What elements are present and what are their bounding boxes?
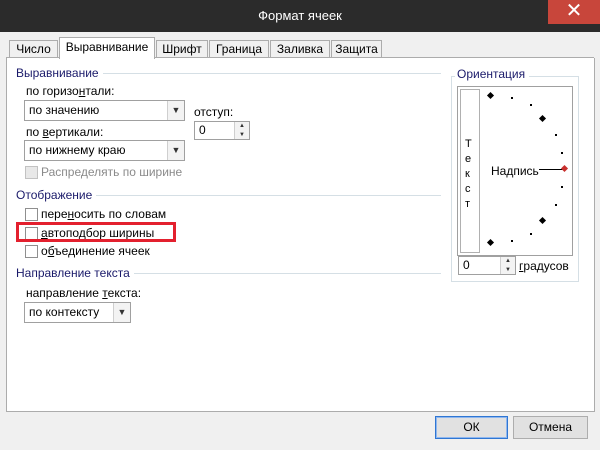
chevron-down-icon[interactable]: ▼ — [167, 141, 184, 160]
horizontal-select-value: по значению — [29, 103, 100, 117]
chevron-down-icon[interactable]: ▼ — [113, 303, 130, 322]
direction-group-title: Направление текста — [16, 266, 134, 280]
tab-number[interactable]: Число — [9, 40, 58, 58]
indent-value: 0 — [199, 123, 206, 137]
degrees-label: градусов — [519, 259, 569, 273]
merge-cells-checkbox[interactable] — [25, 245, 38, 258]
tab-fill[interactable]: Заливка — [270, 40, 330, 58]
chevron-down-icon[interactable]: ▼ — [167, 101, 184, 120]
wrap-text-checkbox[interactable] — [25, 208, 38, 221]
annotation-highlight-box — [16, 222, 176, 242]
text-direction-select[interactable]: по контексту ▼ — [24, 302, 131, 323]
vertical-label: по вертикали: — [26, 125, 104, 139]
text-direction-label: направление текста: — [26, 286, 142, 300]
tab-font[interactable]: Шрифт — [156, 40, 208, 58]
orientation-caption: Надпись — [491, 164, 539, 178]
horizontal-label: по горизонтали: — [26, 84, 115, 98]
tab-protection[interactable]: Защита — [331, 40, 382, 58]
spin-updown-icon[interactable]: ▲ ▼ — [500, 257, 515, 274]
dial-tick — [511, 97, 513, 99]
dial-tick — [530, 104, 532, 106]
distribute-label: Распределять по ширине — [41, 165, 183, 179]
title-bar: Формат ячеек ✕ — [0, 0, 600, 32]
indent-spinner[interactable]: 0 ▲ ▼ — [194, 121, 250, 140]
tab-border[interactable]: Граница — [209, 40, 269, 58]
alignment-group-title: Выравнивание — [16, 66, 103, 80]
degrees-value: 0 — [463, 258, 470, 272]
dial-tick — [555, 204, 557, 206]
vertical-select[interactable]: по нижнему краю ▼ — [24, 140, 185, 161]
vertical-text-button[interactable]: Т е к с т — [460, 89, 480, 253]
display-group-title: Отображение — [16, 188, 97, 202]
window-title: Формат ячеек — [258, 8, 342, 23]
orientation-group-title: Ориентация — [455, 67, 530, 81]
text-direction-value: по контексту — [29, 305, 100, 319]
spin-updown-icon[interactable]: ▲ ▼ — [234, 122, 249, 139]
vertical-select-value: по нижнему краю — [29, 143, 126, 157]
dial-tick — [511, 240, 513, 242]
indent-label: отступ: — [194, 105, 234, 119]
distribute-checkbox — [25, 166, 38, 179]
cancel-button[interactable]: Отмена — [513, 416, 588, 439]
dial-needle — [537, 169, 564, 170]
dial-tick — [561, 152, 563, 154]
dial-tick — [530, 233, 532, 235]
tab-alignment[interactable]: Выравнивание — [59, 37, 155, 59]
dial-tick — [561, 186, 563, 188]
ok-button[interactable]: ОК — [435, 416, 508, 439]
degrees-spinner[interactable]: 0 ▲ ▼ — [458, 256, 516, 275]
close-button[interactable]: ✕ — [548, 0, 600, 24]
horizontal-select[interactable]: по значению ▼ — [24, 100, 185, 121]
dial-tick — [555, 134, 557, 136]
wrap-text-label[interactable]: переносить по словам — [41, 207, 166, 221]
merge-cells-label[interactable]: объединение ячеек — [41, 244, 150, 258]
